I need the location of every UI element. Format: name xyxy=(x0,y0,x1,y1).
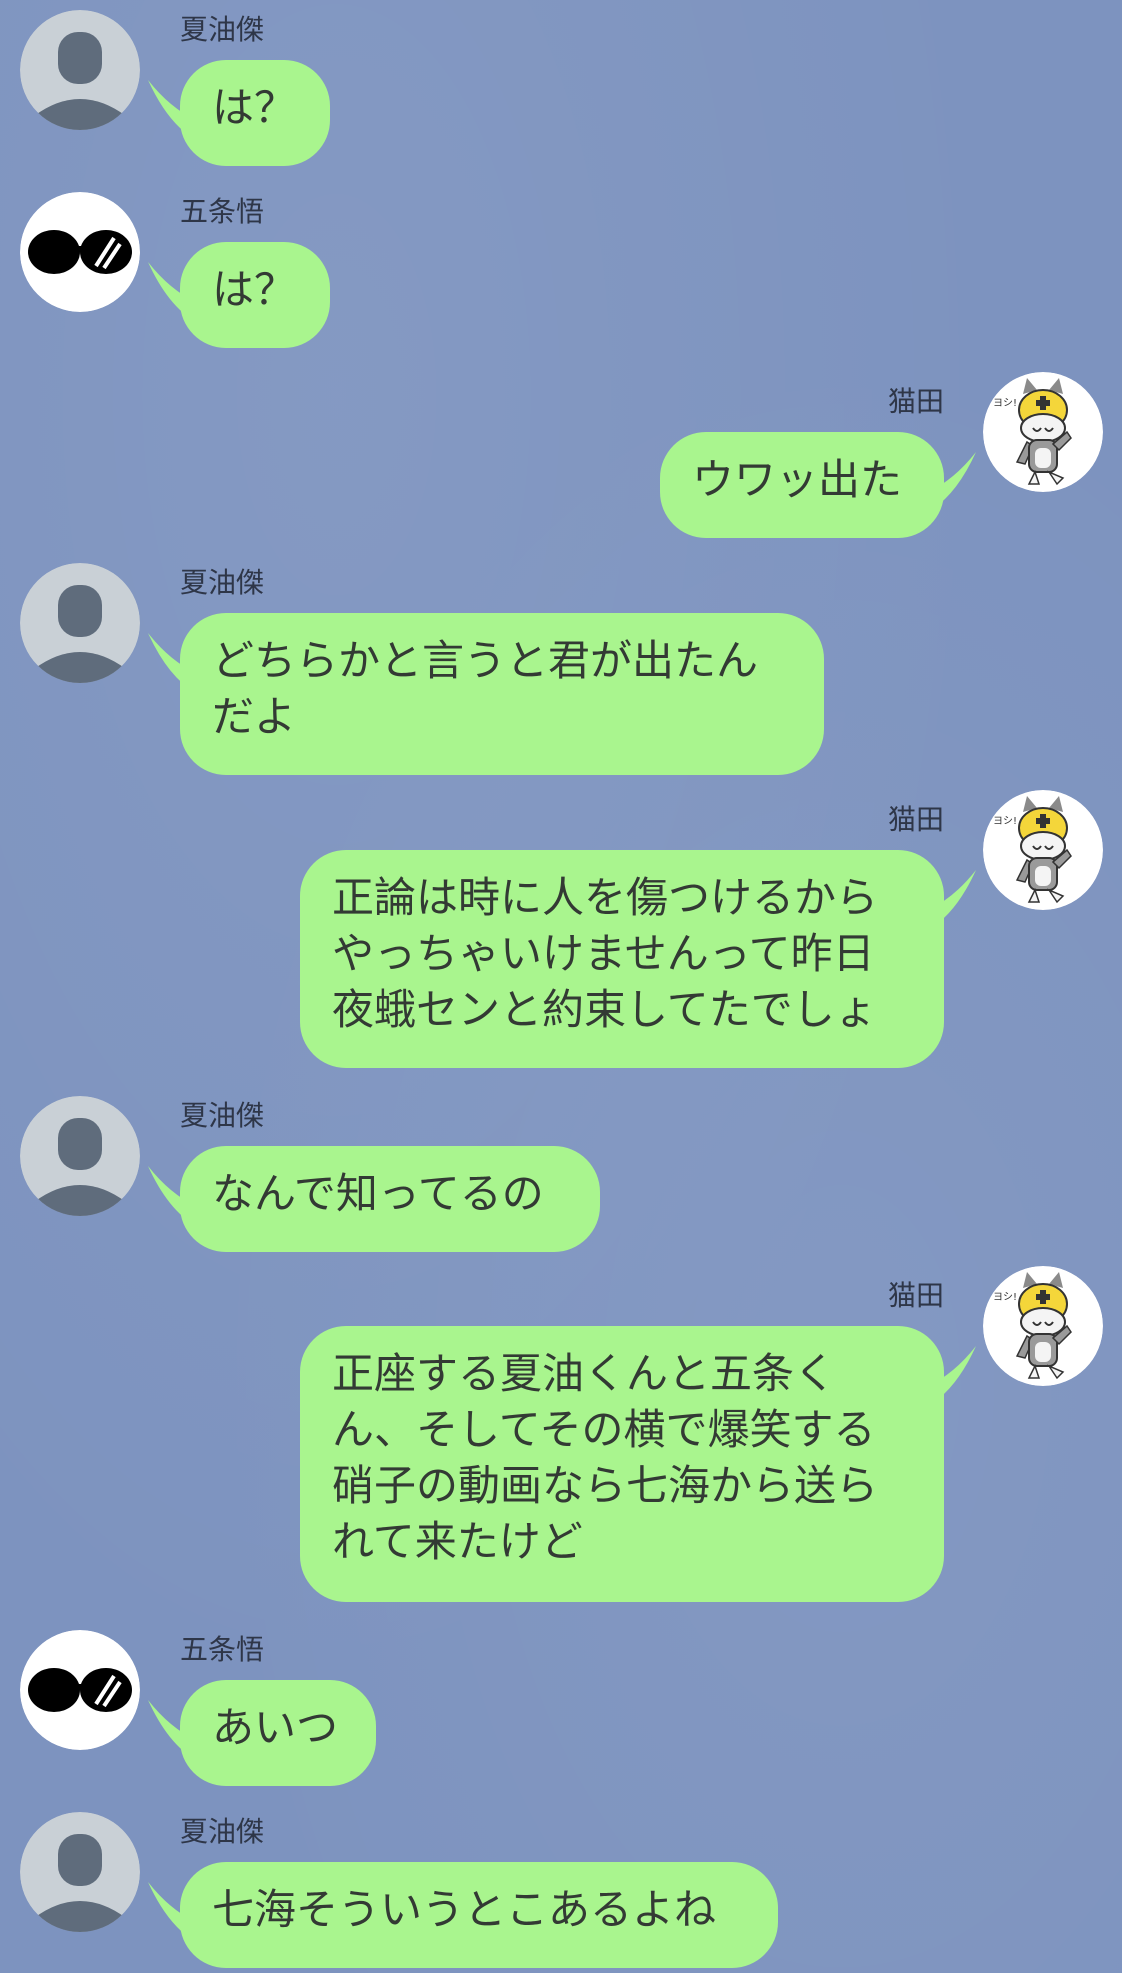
sender-name: 夏油傑 xyxy=(180,1815,265,1848)
svg-text:ヨシ!: ヨシ! xyxy=(993,816,1017,827)
sender-name: 猫田 xyxy=(887,385,944,418)
chat-area: 夏油傑 は？ 五条悟 は？ ヨシ! 猫田 ウワッ出た 夏油傑 どちらかと言うと君… xyxy=(0,0,1122,1973)
message-bubble[interactable]: は？ xyxy=(180,60,330,166)
sender-name: 夏油傑 xyxy=(180,566,265,599)
avatar-cat-mascot[interactable]: ヨシ! xyxy=(983,372,1103,492)
message-bubble[interactable]: あいつ xyxy=(180,1680,376,1786)
default-person-icon xyxy=(20,563,140,683)
avatar-sunglasses[interactable] xyxy=(20,192,140,312)
sunglasses-icon xyxy=(20,1630,140,1750)
sender-name: 猫田 xyxy=(887,1279,944,1312)
sender-name: 五条悟 xyxy=(180,1633,265,1666)
default-person-icon xyxy=(20,1096,140,1216)
message-bubble[interactable]: なんで知ってるの xyxy=(180,1146,600,1252)
svg-text:ヨシ!: ヨシ! xyxy=(993,398,1017,409)
avatar-default-person[interactable] xyxy=(20,1812,140,1932)
sender-name: 猫田 xyxy=(887,803,944,836)
message-bubble[interactable]: 正座する夏油くんと五条く ん、そしてその横で爆笑する 硝子の動画なら七海から送ら… xyxy=(300,1326,944,1602)
avatar-cat-mascot[interactable]: ヨシ! xyxy=(983,790,1103,910)
avatar-default-person[interactable] xyxy=(20,1096,140,1216)
sender-name: 夏油傑 xyxy=(180,1099,265,1132)
sunglasses-icon xyxy=(20,192,140,312)
cat-mascot-icon: ヨシ! xyxy=(983,1266,1103,1386)
avatar-sunglasses[interactable] xyxy=(20,1630,140,1750)
sender-name: 五条悟 xyxy=(180,195,265,228)
message-bubble[interactable]: 正論は時に人を傷つけるから やっちゃいけませんって昨日 夜蛾センと約束してたでし… xyxy=(300,850,944,1068)
svg-text:ヨシ!: ヨシ! xyxy=(993,1292,1017,1303)
cat-mascot-icon: ヨシ! xyxy=(983,372,1103,492)
message-bubble[interactable]: どちらかと言うと君が出たん だよ xyxy=(180,613,824,775)
sender-name: 夏油傑 xyxy=(180,13,265,46)
default-person-icon xyxy=(20,1812,140,1932)
avatar-default-person[interactable] xyxy=(20,563,140,683)
default-person-icon xyxy=(20,10,140,130)
avatar-cat-mascot[interactable]: ヨシ! xyxy=(983,1266,1103,1386)
message-bubble[interactable]: ウワッ出た xyxy=(660,432,944,538)
message-bubble[interactable]: 七海そういうとこあるよね xyxy=(180,1862,778,1968)
message-bubble[interactable]: は？ xyxy=(180,242,330,348)
cat-mascot-icon: ヨシ! xyxy=(983,790,1103,910)
avatar-default-person[interactable] xyxy=(20,10,140,130)
